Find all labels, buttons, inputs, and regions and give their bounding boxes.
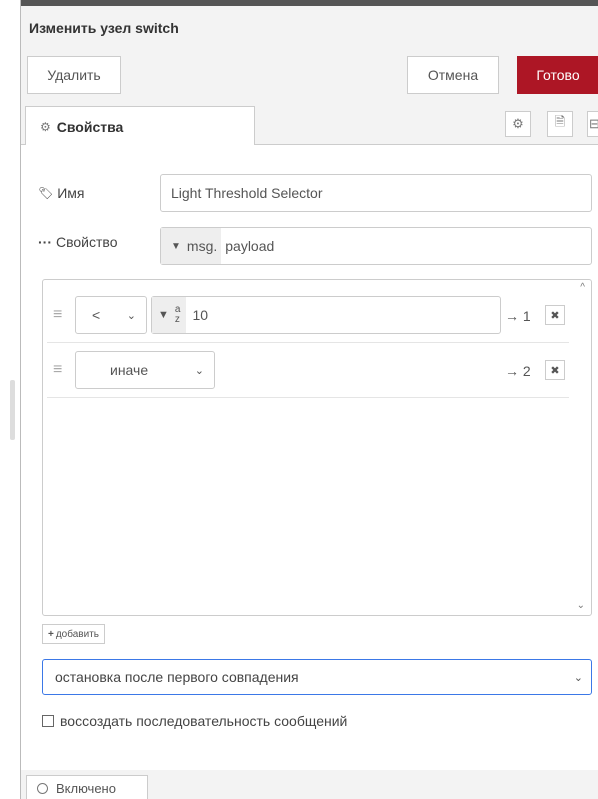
checkbox-box[interactable] xyxy=(42,715,54,727)
drag-handle-icon[interactable]: ≡ xyxy=(53,306,62,324)
chevron-down-icon: ⌄ xyxy=(126,309,136,322)
add-rule-button[interactable]: + добавить xyxy=(42,624,105,644)
rules-list[interactable]: ^ ≡ < ⌄ ▼ a z 10 → 1 ✖ ≡ иначе ⌄ → 2 ✖ ⌄ xyxy=(42,279,592,616)
property-type-selector[interactable]: ▼ msg. xyxy=(161,228,222,264)
cancel-button[interactable]: Отмена xyxy=(407,56,499,94)
rule-row: ≡ < ⌄ ▼ a z 10 → 1 ✖ xyxy=(47,288,569,343)
remove-rule-button[interactable]: ✖ xyxy=(545,305,565,325)
rule-output: → 1 xyxy=(505,308,531,324)
appearance-tab-icon[interactable]: ⊟ xyxy=(587,111,598,137)
file-icon: 🗎 xyxy=(554,114,566,129)
appearance-icon: ⊟ xyxy=(589,116,598,131)
property-label: ··· Свойство xyxy=(38,234,118,250)
resize-handle[interactable] xyxy=(10,380,15,440)
rule-value: 10 xyxy=(192,307,209,323)
property-input[interactable]: ▼ msg. payload xyxy=(160,227,592,265)
caret-down-icon: ▼ xyxy=(158,309,169,321)
recreate-sequence-checkbox[interactable]: воссоздать последовательность сообщений xyxy=(42,713,347,729)
enabled-toggle[interactable]: Включено xyxy=(26,775,148,799)
ellipsis-icon: ··· xyxy=(38,234,52,250)
tag-icon: 🏷 xyxy=(38,186,54,200)
property-value: payload xyxy=(225,238,275,254)
close-icon: ✖ xyxy=(550,364,560,377)
tab-properties[interactable]: ⚙ Свойства xyxy=(25,106,255,146)
string-type-icon: a z xyxy=(174,304,181,325)
gear-icon: ⚙ xyxy=(40,119,51,134)
chevron-down-icon: ⌄ xyxy=(194,364,204,377)
dialog-top-bar xyxy=(21,0,598,6)
name-input[interactable]: Light Threshold Selector xyxy=(160,174,592,212)
remove-rule-button[interactable]: ✖ xyxy=(545,360,565,380)
rule-value-input[interactable]: ▼ a z 10 xyxy=(151,296,501,334)
plus-icon: + xyxy=(48,628,54,640)
chevron-down-icon: ⌄ xyxy=(573,671,583,684)
description-tab-icon[interactable]: 🗎 xyxy=(547,111,573,137)
circle-icon xyxy=(37,783,48,794)
drag-handle-icon[interactable]: ≡ xyxy=(53,361,62,379)
operator-select[interactable]: < ⌄ xyxy=(75,296,147,334)
delete-button[interactable]: Удалить xyxy=(27,56,121,94)
value-type-selector[interactable]: ▼ a z xyxy=(152,297,187,333)
mode-select[interactable]: остановка после первого совпадения ⌄ xyxy=(42,659,592,695)
rule-row: ≡ иначе ⌄ → 2 ✖ xyxy=(47,343,569,398)
name-label: 🏷 Имя xyxy=(38,185,85,201)
operator-select[interactable]: иначе ⌄ xyxy=(75,351,215,389)
caret-down-icon: ▼ xyxy=(171,240,181,252)
tabs-bar: ⚙ Свойства ⚙ 🗎 ⊟ xyxy=(21,103,598,146)
tab-properties-label: Свойства xyxy=(56,118,124,135)
rule-output: → 2 xyxy=(505,363,531,379)
close-icon: ✖ xyxy=(550,309,560,322)
gear-icon: ⚙ xyxy=(512,116,524,131)
dialog-title: Изменить узел switch xyxy=(29,20,179,36)
scroll-down-icon[interactable]: ⌄ xyxy=(577,600,585,611)
settings-tab-icon[interactable]: ⚙ xyxy=(505,111,531,137)
scroll-up-icon[interactable]: ^ xyxy=(580,282,585,293)
done-button[interactable]: Готово xyxy=(517,56,598,94)
